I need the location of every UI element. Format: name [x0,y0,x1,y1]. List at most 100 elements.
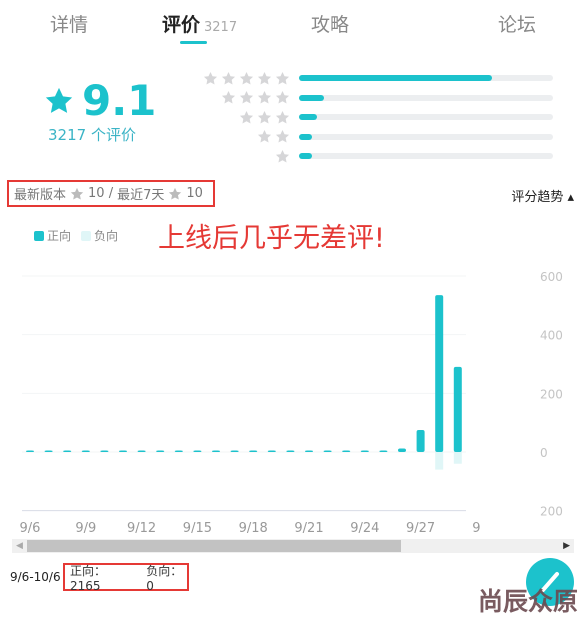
rating-bar-track [299,94,553,101]
y-tick-label: 200 [540,505,563,519]
legend-positive[interactable]: 正向 [34,227,71,244]
summary-box: 正向：2165 负向：0 [63,563,189,593]
rating-row-5-stars [190,71,553,85]
bar-positive [193,450,202,452]
rating-row-4-stars [190,91,553,105]
stars [190,71,290,86]
bar-positive [137,450,146,452]
recent-label: 最近7天 [117,188,165,203]
rating-bar-track [299,114,553,120]
tab-forum[interactable]: 论坛 [498,10,536,37]
bar-negative [435,452,444,470]
bar-positive [360,450,369,452]
star-icon [239,110,254,125]
rating-score: 9.1 [44,76,156,125]
recent-score: 10 [186,186,203,201]
star-icon [275,129,290,144]
chart-scrollbar[interactable]: ◀ ▶ [12,539,574,553]
x-tick-label: 9/18 [239,521,268,536]
rating-bar-fill [299,94,325,101]
bar-positive [435,295,444,452]
star-icon [221,71,236,86]
rating-bar-fill [299,133,312,140]
x-tick-label: 9/27 [406,521,435,536]
rating-bar-fill [299,114,317,120]
bar-positive [174,450,183,452]
x-tick-label: 9 [472,521,480,536]
rating-bar-fill [299,75,493,81]
star-icon [257,129,272,144]
annotation-text: 上线后几乎无差评! [158,223,385,254]
score-value: 9.1 [82,76,157,125]
latest-version-label: 最新版本 [14,188,67,203]
bar-positive [416,430,425,452]
star-icon [257,71,272,86]
negative-total: 负向：0 [146,563,183,593]
rating-trend-toggle[interactable]: 评分趋势 ▴ [511,186,574,205]
bar-positive [453,366,462,452]
bar-positive [44,450,53,452]
bar-positive [323,450,332,452]
star-icon [257,110,272,125]
tab-label: 评价 [162,14,201,36]
rating-row-1-stars [190,149,553,163]
chart-legend: 正向 负向 [34,227,118,244]
bar-positive [100,450,109,452]
star-icon [44,86,74,116]
y-tick-label: 400 [540,329,563,343]
watermark: 尚辰众原 [478,587,579,616]
star-icon [168,187,182,201]
rating-row-2-stars [190,130,553,144]
y-tick-label: 600 [540,270,563,284]
stars [190,129,290,144]
tab-guides[interactable]: 攻略 [311,10,349,37]
rating-row-3-stars [190,110,553,124]
legend-negative[interactable]: 负向 [81,227,118,244]
active-tab-indicator [180,41,207,44]
bar-positive [26,450,34,452]
x-tick-label: 9/6 [20,521,41,536]
star-icon [275,110,290,125]
bar-positive [379,450,388,452]
scroll-right-icon[interactable]: ▶ [563,541,570,551]
bar-positive [305,450,313,452]
stars [190,90,290,105]
rating-count: 3217 个评价 [48,126,136,144]
star-icon [221,90,236,105]
y-tick-label: 0 [540,446,548,460]
bar-positive [398,448,406,452]
star-icon [239,90,254,105]
x-tick-label: 9/21 [294,521,323,536]
y-tick-label: 200 [540,387,563,401]
rating-bar-track [299,75,553,81]
stars [190,110,290,125]
x-tick-label: 9/24 [350,521,379,536]
star-icon [203,71,218,86]
tab-reviews[interactable]: 评价 3217 [162,10,237,37]
latest-version-score: 10 / [88,186,114,201]
scroll-left-icon[interactable]: ◀ [16,541,23,551]
star-icon [275,71,290,86]
bar-positive [342,450,351,452]
bar-positive [286,450,295,452]
star-icon [275,149,290,164]
date-range: 9/6-10/6 [10,570,61,584]
positive-total: 正向：2165 [70,563,107,593]
bar-positive [212,450,220,452]
rating-bar-fill [299,153,312,159]
x-tick-label: 9/9 [75,521,96,536]
bar-positive [63,450,72,452]
star-icon [275,90,290,105]
version-rating-box: 最新版本 10 / 最近7天 10 [7,180,215,207]
bar-positive [249,450,258,452]
star-icon [70,187,84,201]
rating-bar-track [299,133,553,140]
bar-positive [267,450,276,452]
bar-positive [81,450,90,452]
tab-details[interactable]: 详情 [50,10,88,37]
stars [190,149,290,164]
review-trend-chart: 600 400 200 0 200 9/6 9/9 9/12 9/15 9/18 9/21 9/24 9… [20,270,563,536]
star-icon [257,90,272,105]
bar-positive [119,450,127,452]
scrollbar-thumb[interactable] [27,540,401,552]
